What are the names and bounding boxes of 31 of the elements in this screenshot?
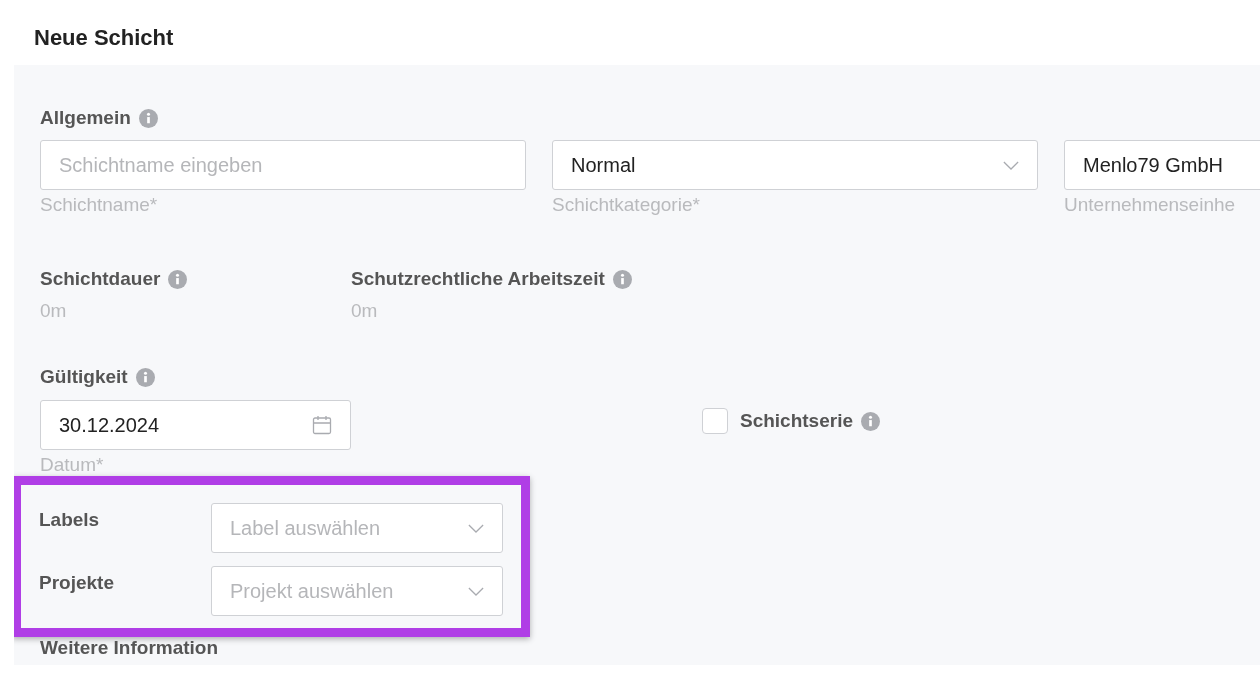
field-heading: Schutzrechtliche Arbeitszeit [351,268,605,290]
caret-icon [468,523,484,533]
shift-name-field[interactable]: Schichtname eingeben [40,140,526,190]
duration-value: 0m [40,300,68,322]
section-heading: Weitere Information [40,637,220,659]
field-label: Schichtkategorie* [552,194,701,216]
duration-value: 0m [351,300,379,322]
category-dropdown[interactable]: Normal [552,140,1038,190]
info-icon [168,269,188,289]
series-checkbox[interactable] [702,408,728,434]
field-heading: Projekte [39,572,114,594]
info-icon [861,411,880,431]
field-label: Datum* [40,454,105,476]
date-field[interactable]: 30.12.2024 [40,400,351,450]
calendar-icon [312,415,332,435]
caret-icon [468,586,484,596]
page-title: Neue Schicht [33,24,175,52]
date-value: 30.12.2024 [59,413,160,437]
info-icon [612,269,632,289]
field-label: Unternehmenseinhe [1064,194,1237,216]
field-heading: Gültigkeit [40,366,128,388]
company-field[interactable]: Menlo79 GmbH [1064,140,1260,190]
dropdown-value: Normal [571,153,636,177]
caret-icon [1003,160,1019,170]
info-icon [138,108,158,128]
field-heading: Schichtdauer [40,268,161,290]
field-label: Schichtname* [40,194,159,216]
field-heading: Labels [39,509,100,531]
section-heading: Allgemein [40,107,131,129]
info-icon [135,367,155,387]
checkbox-label: Schichtserie [740,410,853,432]
